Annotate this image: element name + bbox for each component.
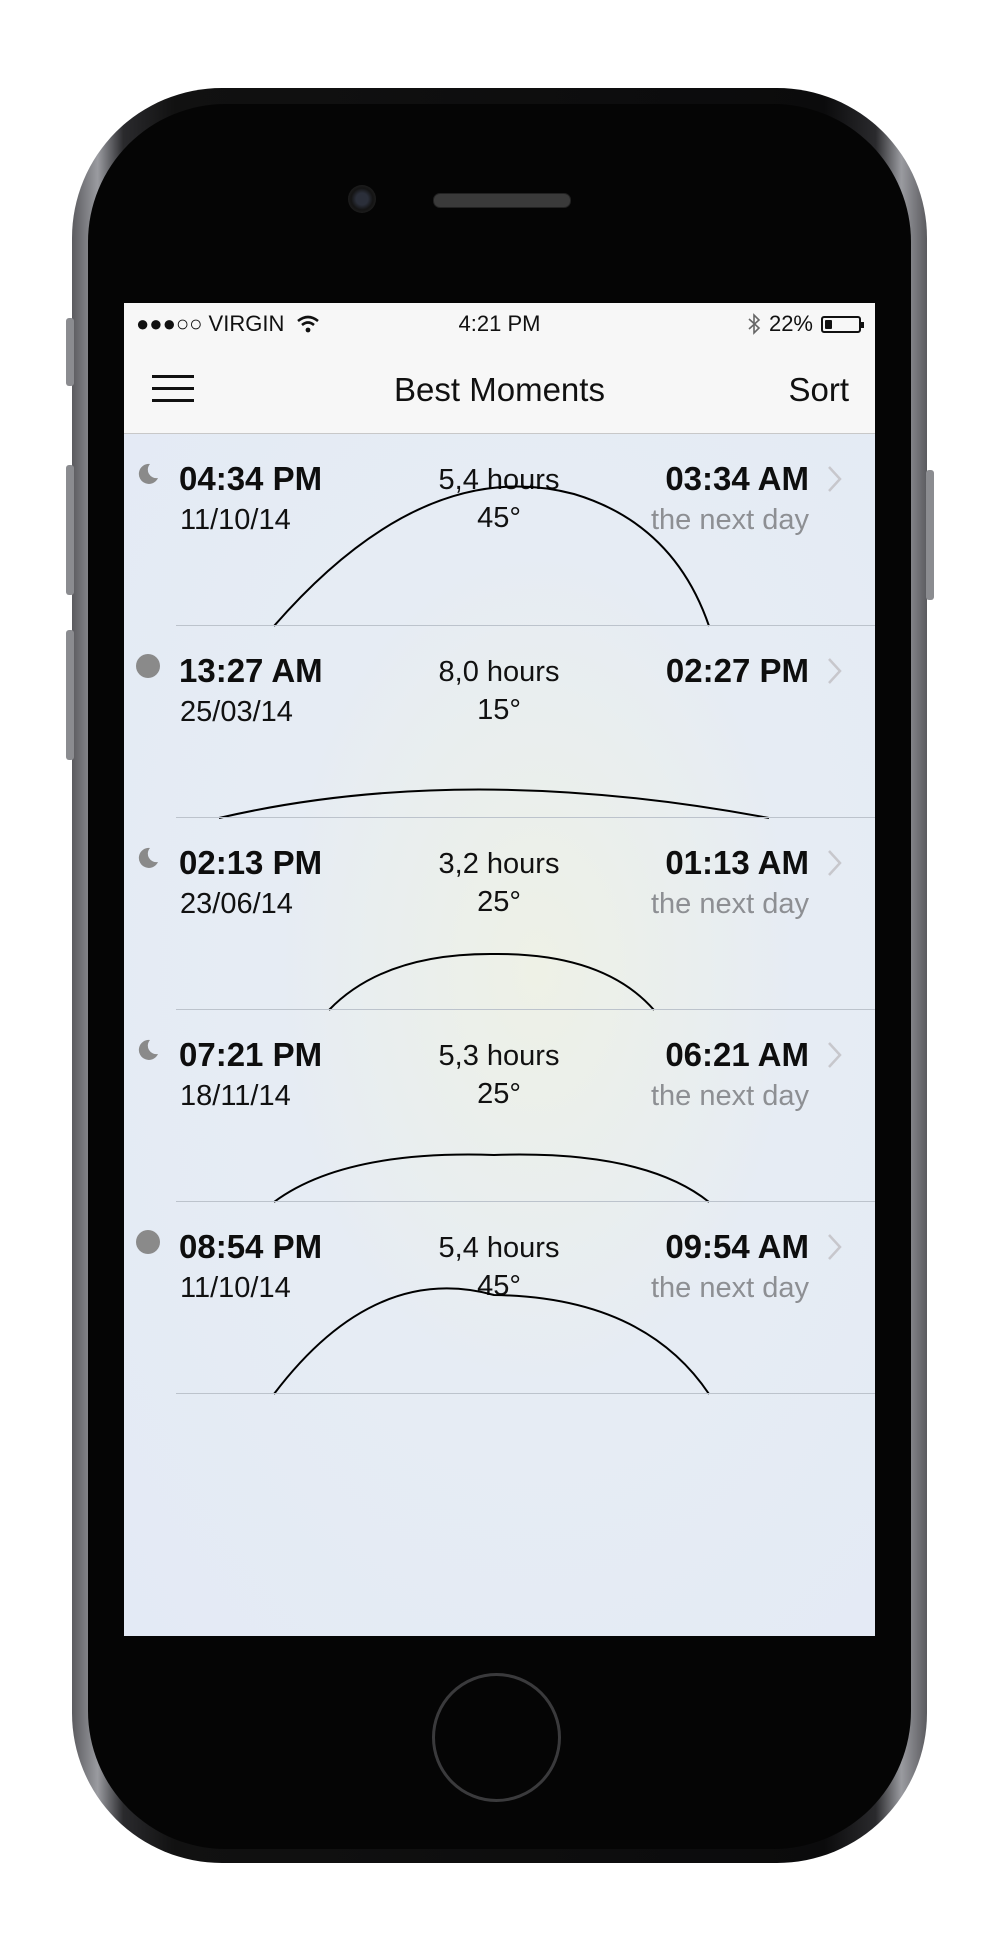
- moment-arc: [328, 952, 655, 1011]
- power-button: [926, 470, 934, 600]
- navigation-bar: Best Moments Sort: [124, 343, 875, 434]
- moment-row[interactable]: 02:13 PM 23/06/14 3,2 hours 25° 01:13 AM…: [124, 818, 875, 1011]
- status-right: 22%: [747, 311, 864, 337]
- moment-row[interactable]: 13:27 AM 25/03/14 8,0 hours 15° 02:27 PM: [124, 626, 875, 819]
- moment-row[interactable]: 07:21 PM 18/11/14 5,3 hours 25° 06:21 AM…: [124, 1010, 875, 1203]
- moment-row[interactable]: 04:34 PM 11/10/14 5,4 hours 45° 03:34 AM…: [124, 434, 875, 627]
- bluetooth-icon: [748, 313, 761, 335]
- earpiece-speaker: [433, 193, 571, 208]
- moment-arc: [273, 1153, 710, 1203]
- moment-arc: [273, 1287, 710, 1395]
- moment-arc: [273, 485, 710, 627]
- volume-up-button: [66, 465, 74, 595]
- battery-fill: [825, 319, 832, 329]
- moment-arc: [218, 788, 770, 819]
- battery-percent: 22%: [768, 311, 813, 336]
- row-divider: [176, 1393, 875, 1394]
- moment-row[interactable]: 08:54 PM 11/10/14 5,4 hours 45° 09:54 AM…: [124, 1202, 875, 1395]
- app-screen: ●●●○○ VIRGIN 4:21 PM 22% Best Moments So…: [124, 303, 875, 1636]
- home-button[interactable]: [432, 1673, 561, 1802]
- sort-button[interactable]: Sort: [788, 371, 849, 409]
- volume-down-button: [66, 630, 74, 760]
- battery-icon: [821, 315, 864, 333]
- page-title: Best Moments: [394, 371, 605, 408]
- mute-switch: [66, 318, 74, 386]
- status-bar: ●●●○○ VIRGIN 4:21 PM 22%: [124, 303, 875, 343]
- front-camera: [348, 185, 376, 213]
